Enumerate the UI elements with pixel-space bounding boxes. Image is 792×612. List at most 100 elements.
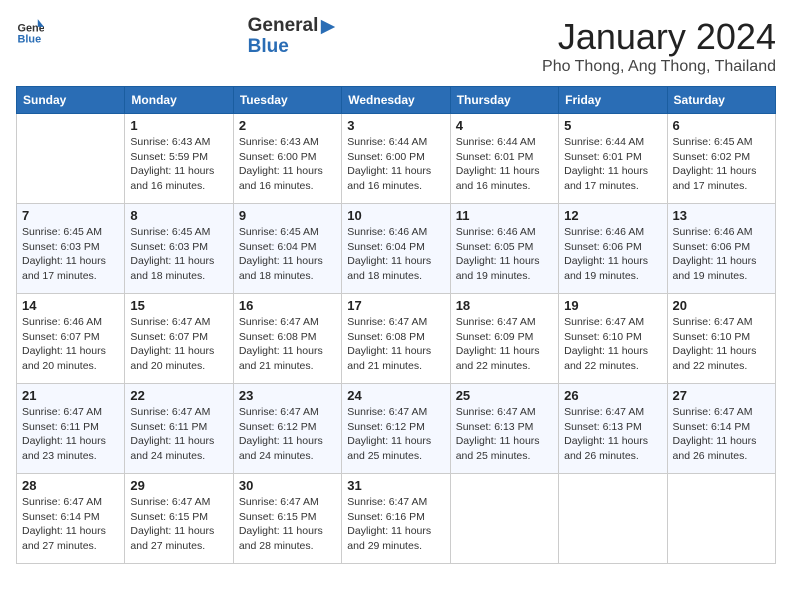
daylight-text: Daylight: 11 hours and 27 minutes. bbox=[22, 525, 106, 552]
sunset-text: Sunset: 6:01 PM bbox=[564, 151, 642, 163]
day-info: Sunrise: 6:45 AM Sunset: 6:02 PM Dayligh… bbox=[673, 135, 770, 194]
daylight-text: Daylight: 11 hours and 16 minutes. bbox=[347, 165, 431, 192]
daylight-text: Daylight: 11 hours and 19 minutes. bbox=[564, 255, 648, 282]
day-number: 11 bbox=[456, 208, 553, 223]
sunset-text: Sunset: 6:08 PM bbox=[347, 331, 425, 343]
day-info: Sunrise: 6:47 AM Sunset: 6:12 PM Dayligh… bbox=[347, 405, 444, 464]
day-number: 21 bbox=[22, 388, 119, 403]
day-info: Sunrise: 6:47 AM Sunset: 6:11 PM Dayligh… bbox=[130, 405, 227, 464]
day-number: 16 bbox=[239, 298, 336, 313]
calendar-cell: 29 Sunrise: 6:47 AM Sunset: 6:15 PM Dayl… bbox=[125, 474, 233, 564]
sunrise-text: Sunrise: 6:43 AM bbox=[130, 136, 210, 148]
day-number: 13 bbox=[673, 208, 770, 223]
day-info: Sunrise: 6:47 AM Sunset: 6:16 PM Dayligh… bbox=[347, 495, 444, 554]
day-number: 19 bbox=[564, 298, 661, 313]
calendar-cell: 14 Sunrise: 6:46 AM Sunset: 6:07 PM Dayl… bbox=[17, 294, 125, 384]
sunrise-text: Sunrise: 6:47 AM bbox=[130, 496, 210, 508]
day-info: Sunrise: 6:47 AM Sunset: 6:10 PM Dayligh… bbox=[564, 315, 661, 374]
weekday-header-sunday: Sunday bbox=[17, 87, 125, 114]
day-info: Sunrise: 6:45 AM Sunset: 6:04 PM Dayligh… bbox=[239, 225, 336, 284]
calendar-cell: 2 Sunrise: 6:43 AM Sunset: 6:00 PM Dayli… bbox=[233, 114, 341, 204]
day-number: 20 bbox=[673, 298, 770, 313]
calendar-cell: 8 Sunrise: 6:45 AM Sunset: 6:03 PM Dayli… bbox=[125, 204, 233, 294]
logo-blue: Blue bbox=[248, 36, 289, 57]
day-number: 29 bbox=[130, 478, 227, 493]
calendar-cell: 21 Sunrise: 6:47 AM Sunset: 6:11 PM Dayl… bbox=[17, 384, 125, 474]
page-header: General Blue General Blue January 2024 P… bbox=[16, 16, 776, 76]
sunset-text: Sunset: 6:02 PM bbox=[673, 151, 751, 163]
day-info: Sunrise: 6:47 AM Sunset: 6:08 PM Dayligh… bbox=[239, 315, 336, 374]
logo-general: General bbox=[248, 15, 319, 36]
daylight-text: Daylight: 11 hours and 19 minutes. bbox=[456, 255, 540, 282]
month-title: January 2024 bbox=[542, 16, 776, 58]
svg-text:Blue: Blue bbox=[18, 33, 42, 44]
daylight-text: Daylight: 11 hours and 26 minutes. bbox=[673, 435, 757, 462]
day-number: 2 bbox=[239, 118, 336, 133]
sunset-text: Sunset: 6:14 PM bbox=[22, 511, 100, 523]
sunset-text: Sunset: 6:09 PM bbox=[456, 331, 534, 343]
sunrise-text: Sunrise: 6:47 AM bbox=[130, 316, 210, 328]
day-number: 22 bbox=[130, 388, 227, 403]
daylight-text: Daylight: 11 hours and 16 minutes. bbox=[130, 165, 214, 192]
calendar-cell bbox=[450, 474, 558, 564]
sunrise-text: Sunrise: 6:45 AM bbox=[673, 136, 753, 148]
calendar-cell: 6 Sunrise: 6:45 AM Sunset: 6:02 PM Dayli… bbox=[667, 114, 775, 204]
daylight-text: Daylight: 11 hours and 22 minutes. bbox=[673, 345, 757, 372]
sunset-text: Sunset: 6:14 PM bbox=[673, 421, 751, 433]
day-number: 27 bbox=[673, 388, 770, 403]
daylight-text: Daylight: 11 hours and 27 minutes. bbox=[130, 525, 214, 552]
daylight-text: Daylight: 11 hours and 25 minutes. bbox=[456, 435, 540, 462]
sunrise-text: Sunrise: 6:47 AM bbox=[22, 496, 102, 508]
day-number: 30 bbox=[239, 478, 336, 493]
day-info: Sunrise: 6:47 AM Sunset: 6:10 PM Dayligh… bbox=[673, 315, 770, 374]
sunrise-text: Sunrise: 6:44 AM bbox=[347, 136, 427, 148]
sunset-text: Sunset: 6:04 PM bbox=[347, 241, 425, 253]
calendar-week-row: 14 Sunrise: 6:46 AM Sunset: 6:07 PM Dayl… bbox=[17, 294, 776, 384]
day-number: 3 bbox=[347, 118, 444, 133]
daylight-text: Daylight: 11 hours and 18 minutes. bbox=[130, 255, 214, 282]
sunrise-text: Sunrise: 6:47 AM bbox=[22, 406, 102, 418]
day-info: Sunrise: 6:47 AM Sunset: 6:15 PM Dayligh… bbox=[130, 495, 227, 554]
logo-text-block: General Blue bbox=[248, 16, 339, 58]
weekday-header-wednesday: Wednesday bbox=[342, 87, 450, 114]
calendar-cell: 16 Sunrise: 6:47 AM Sunset: 6:08 PM Dayl… bbox=[233, 294, 341, 384]
sunrise-text: Sunrise: 6:46 AM bbox=[673, 226, 753, 238]
calendar-cell: 15 Sunrise: 6:47 AM Sunset: 6:07 PM Dayl… bbox=[125, 294, 233, 384]
calendar-cell: 12 Sunrise: 6:46 AM Sunset: 6:06 PM Dayl… bbox=[559, 204, 667, 294]
day-number: 28 bbox=[22, 478, 119, 493]
day-info: Sunrise: 6:47 AM Sunset: 6:14 PM Dayligh… bbox=[22, 495, 119, 554]
day-info: Sunrise: 6:44 AM Sunset: 6:00 PM Dayligh… bbox=[347, 135, 444, 194]
sunrise-text: Sunrise: 6:47 AM bbox=[564, 316, 644, 328]
calendar-cell: 18 Sunrise: 6:47 AM Sunset: 6:09 PM Dayl… bbox=[450, 294, 558, 384]
sunrise-text: Sunrise: 6:46 AM bbox=[564, 226, 644, 238]
sunrise-text: Sunrise: 6:47 AM bbox=[239, 406, 319, 418]
daylight-text: Daylight: 11 hours and 24 minutes. bbox=[130, 435, 214, 462]
day-info: Sunrise: 6:45 AM Sunset: 6:03 PM Dayligh… bbox=[130, 225, 227, 284]
day-number: 26 bbox=[564, 388, 661, 403]
daylight-text: Daylight: 11 hours and 20 minutes. bbox=[130, 345, 214, 372]
sunset-text: Sunset: 6:13 PM bbox=[456, 421, 534, 433]
calendar-cell: 1 Sunrise: 6:43 AM Sunset: 5:59 PM Dayli… bbox=[125, 114, 233, 204]
daylight-text: Daylight: 11 hours and 20 minutes. bbox=[22, 345, 106, 372]
sunset-text: Sunset: 6:00 PM bbox=[239, 151, 317, 163]
sunrise-text: Sunrise: 6:47 AM bbox=[673, 406, 753, 418]
sunset-text: Sunset: 6:01 PM bbox=[456, 151, 534, 163]
calendar-cell: 31 Sunrise: 6:47 AM Sunset: 6:16 PM Dayl… bbox=[342, 474, 450, 564]
daylight-text: Daylight: 11 hours and 26 minutes. bbox=[564, 435, 648, 462]
day-info: Sunrise: 6:47 AM Sunset: 6:07 PM Dayligh… bbox=[130, 315, 227, 374]
calendar-cell: 23 Sunrise: 6:47 AM Sunset: 6:12 PM Dayl… bbox=[233, 384, 341, 474]
daylight-text: Daylight: 11 hours and 23 minutes. bbox=[22, 435, 106, 462]
day-number: 23 bbox=[239, 388, 336, 403]
calendar-cell: 20 Sunrise: 6:47 AM Sunset: 6:10 PM Dayl… bbox=[667, 294, 775, 384]
title-block: January 2024 Pho Thong, Ang Thong, Thail… bbox=[542, 16, 776, 76]
calendar-cell: 22 Sunrise: 6:47 AM Sunset: 6:11 PM Dayl… bbox=[125, 384, 233, 474]
calendar-cell: 5 Sunrise: 6:44 AM Sunset: 6:01 PM Dayli… bbox=[559, 114, 667, 204]
logo: General Blue bbox=[16, 16, 44, 44]
daylight-text: Daylight: 11 hours and 17 minutes. bbox=[673, 165, 757, 192]
calendar-cell: 3 Sunrise: 6:44 AM Sunset: 6:00 PM Dayli… bbox=[342, 114, 450, 204]
day-number: 24 bbox=[347, 388, 444, 403]
day-number: 8 bbox=[130, 208, 227, 223]
daylight-text: Daylight: 11 hours and 28 minutes. bbox=[239, 525, 323, 552]
calendar-cell: 7 Sunrise: 6:45 AM Sunset: 6:03 PM Dayli… bbox=[17, 204, 125, 294]
weekday-header-saturday: Saturday bbox=[667, 87, 775, 114]
